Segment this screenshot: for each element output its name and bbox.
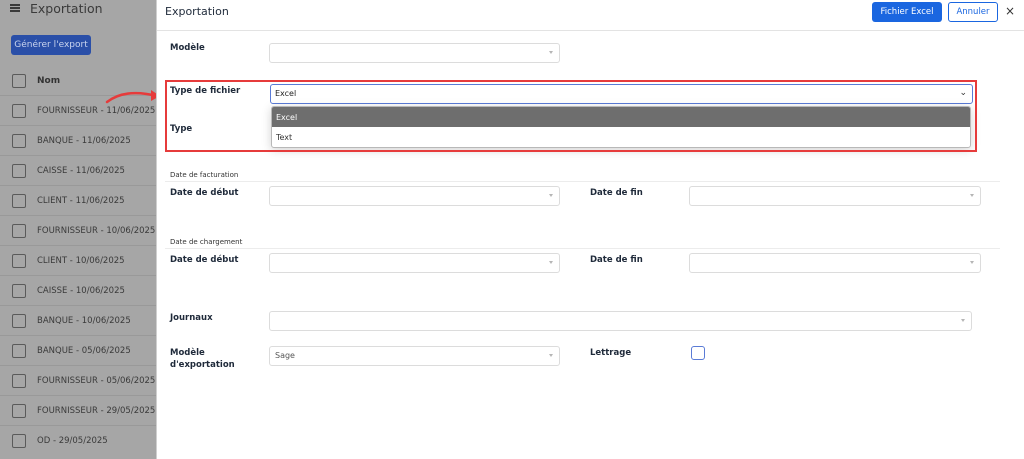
select-all-checkbox[interactable] xyxy=(12,74,26,88)
list-title: Exportation xyxy=(30,0,103,16)
facturation-fin-select[interactable] xyxy=(689,186,981,206)
chevron-down-icon xyxy=(549,194,553,197)
row-checkbox[interactable] xyxy=(12,193,26,208)
row-checkbox[interactable] xyxy=(12,253,26,268)
chargement-fin-select[interactable] xyxy=(689,253,981,273)
export-modal: Exportation Fichier Excel Annuler × Modè… xyxy=(156,0,1024,459)
list-item-label: CAISSE - 11/06/2025 xyxy=(37,165,125,176)
annotation-arrow-icon xyxy=(105,90,160,104)
chargement-debut-label: Date de début xyxy=(170,255,239,265)
modele-export-label-line2: d'exportation xyxy=(170,360,235,370)
generate-export-button[interactable]: Générer l'export xyxy=(11,35,91,55)
row-checkbox[interactable] xyxy=(12,223,26,238)
chevron-down-icon xyxy=(970,194,974,197)
row-checkbox[interactable] xyxy=(12,103,26,118)
chevron-down-icon xyxy=(549,261,553,264)
list-item-label: CAISSE - 10/06/2025 xyxy=(37,285,125,296)
chargement-debut-select[interactable] xyxy=(269,253,560,273)
chargement-section-title: Date de chargement xyxy=(170,238,243,246)
list-item[interactable]: CAISSE - 11/06/2025 xyxy=(0,155,156,185)
row-checkbox[interactable] xyxy=(12,313,26,328)
divider xyxy=(165,181,1000,182)
chevron-down-icon xyxy=(961,319,965,322)
facturation-debut-label: Date de début xyxy=(170,188,239,198)
row-checkbox[interactable] xyxy=(12,133,26,148)
modele-label: Modèle xyxy=(170,43,205,53)
list-item[interactable]: BANQUE - 05/06/2025 xyxy=(0,335,156,365)
facturation-fin-label: Date de fin xyxy=(590,188,643,198)
cancel-button[interactable]: Annuler xyxy=(948,2,998,22)
close-icon[interactable]: × xyxy=(1005,4,1015,18)
list-column-header: Nom xyxy=(12,74,60,88)
annotation-highlight-box xyxy=(165,80,977,152)
list-item[interactable]: FOURNISSEUR - 10/06/2025 xyxy=(0,215,156,245)
column-nom-label: Nom xyxy=(37,75,61,86)
lettrage-checkbox[interactable] xyxy=(691,346,705,360)
divider xyxy=(165,248,1000,249)
modal-title: Exportation xyxy=(165,5,229,18)
menu-icon[interactable] xyxy=(10,4,20,12)
row-checkbox[interactable] xyxy=(12,433,26,448)
row-checkbox[interactable] xyxy=(12,163,26,178)
list-item-label: OD - 29/05/2025 xyxy=(37,435,108,446)
list-item[interactable]: CAISSE - 10/06/2025 xyxy=(0,275,156,305)
excel-file-button[interactable]: Fichier Excel xyxy=(872,2,942,22)
row-checkbox[interactable] xyxy=(12,283,26,298)
list-item[interactable]: BANQUE - 10/06/2025 xyxy=(0,305,156,335)
list-item[interactable]: FOURNISSEUR - 29/05/2025 xyxy=(0,395,156,425)
list-item-label: FOURNISSEUR - 10/06/2025 xyxy=(37,225,156,236)
modele-export-select[interactable]: Sage xyxy=(269,346,560,366)
list-item[interactable]: CLIENT - 11/06/2025 xyxy=(0,185,156,215)
export-list-panel: Exportation Générer l'export Nom FOURNIS… xyxy=(0,0,156,459)
list-item[interactable]: CLIENT - 10/06/2025 xyxy=(0,245,156,275)
list-item[interactable]: FOURNISSEUR - 05/06/2025 xyxy=(0,365,156,395)
list-header: Exportation xyxy=(10,0,103,16)
list-item-label: FOURNISSEUR - 29/05/2025 xyxy=(37,405,156,416)
row-checkbox[interactable] xyxy=(12,343,26,358)
list-item-label: CLIENT - 10/06/2025 xyxy=(37,255,125,266)
lettrage-label: Lettrage xyxy=(590,348,632,358)
journaux-select[interactable] xyxy=(269,311,972,331)
list-item-label: CLIENT - 11/06/2025 xyxy=(37,195,125,206)
list-item-label: FOURNISSEUR - 05/06/2025 xyxy=(37,375,156,386)
chevron-down-icon xyxy=(549,51,553,54)
modal-header: Exportation Fichier Excel Annuler × xyxy=(157,0,1024,31)
facturation-section-title: Date de facturation xyxy=(170,171,239,179)
modele-export-value: Sage xyxy=(275,351,295,360)
list-item[interactable]: BANQUE - 11/06/2025 xyxy=(0,125,156,155)
modele-select[interactable] xyxy=(269,43,560,63)
chevron-down-icon xyxy=(549,354,553,357)
chevron-down-icon xyxy=(970,261,974,264)
row-checkbox[interactable] xyxy=(12,403,26,418)
export-list: FOURNISSEUR - 11/06/2025 BANQUE - 11/06/… xyxy=(0,95,156,455)
list-item-label: BANQUE - 11/06/2025 xyxy=(37,135,131,146)
modele-export-label-line1: Modèle xyxy=(170,348,205,358)
facturation-debut-select[interactable] xyxy=(269,186,560,206)
list-item-label: BANQUE - 10/06/2025 xyxy=(37,315,131,326)
list-item[interactable]: OD - 29/05/2025 xyxy=(0,425,156,455)
row-checkbox[interactable] xyxy=(12,373,26,388)
journaux-label: Journaux xyxy=(170,313,213,323)
chargement-fin-label: Date de fin xyxy=(590,255,643,265)
list-item-label: BANQUE - 05/06/2025 xyxy=(37,345,131,356)
